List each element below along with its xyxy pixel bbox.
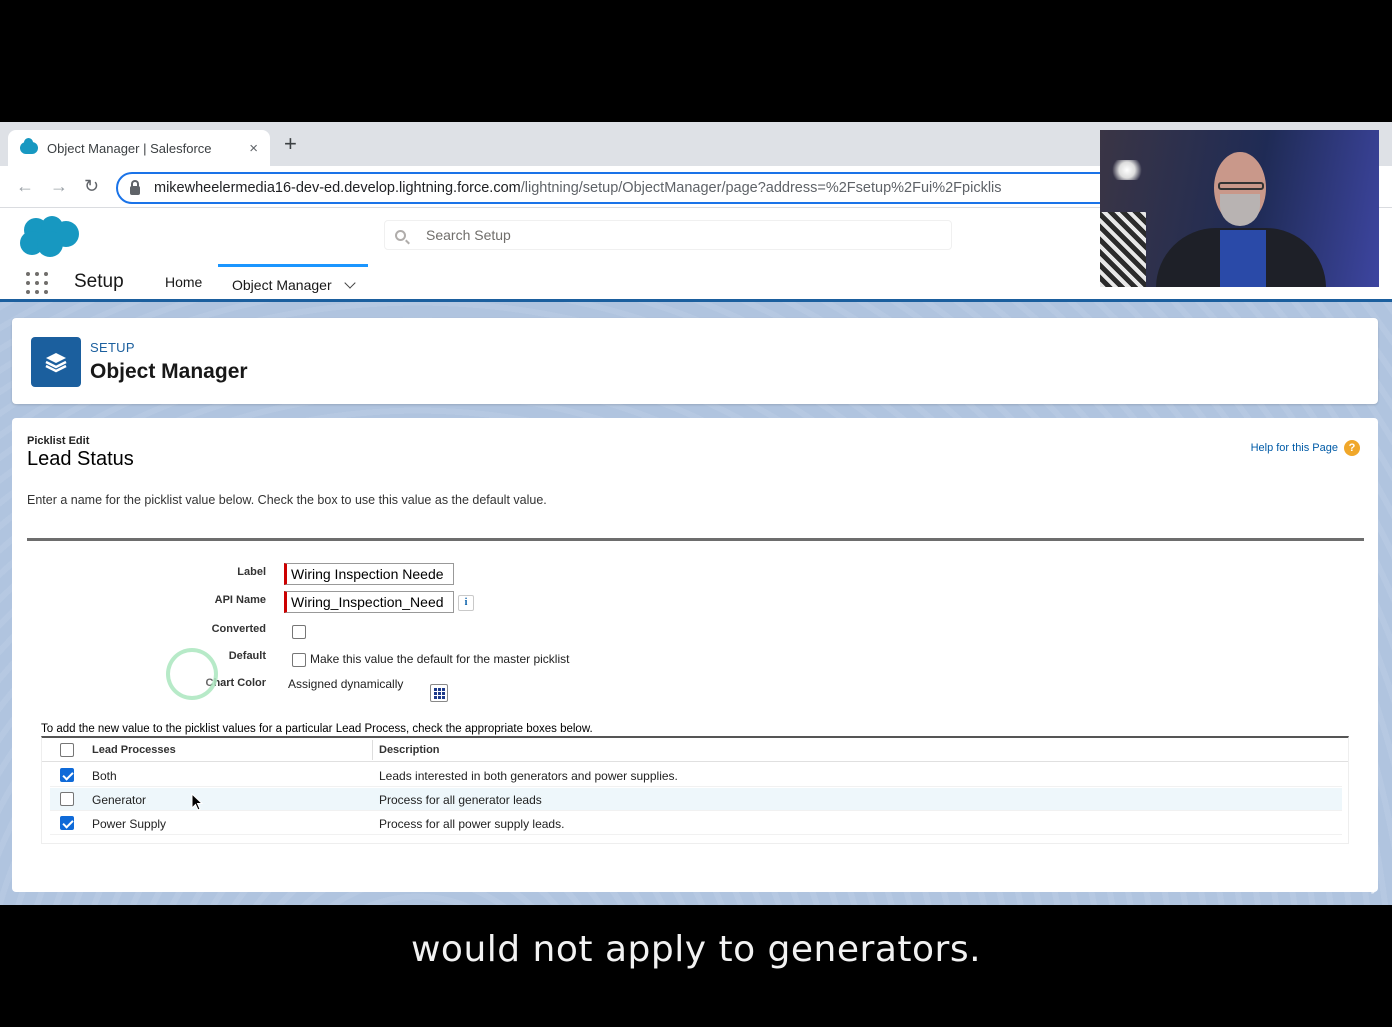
nav-item-home[interactable]: Home <box>165 274 202 290</box>
column-separator <box>372 740 373 760</box>
converted-checkbox[interactable] <box>292 625 306 639</box>
picklist-edit-eyebrow: Picklist Edit <box>27 435 90 447</box>
search-setup-input[interactable]: Search Setup <box>384 220 952 250</box>
label-field-label: Label <box>237 566 266 578</box>
converted-field-label: Converted <box>211 623 266 635</box>
salesforce-favicon-icon <box>20 138 38 154</box>
lead-process-description: Process for all power supply leads. <box>379 817 565 831</box>
api-name-input[interactable]: Wiring_Inspection_Need <box>284 591 454 613</box>
column-header-lead-processes: Lead Processes <box>92 744 176 756</box>
address-bar[interactable]: mikewheelermedia16-dev-ed.develop.lightn… <box>116 172 1116 204</box>
lock-icon <box>130 179 140 195</box>
chevron-down-icon[interactable] <box>343 277 356 289</box>
api-name-field-label: API Name <box>214 594 266 606</box>
color-palette-icon[interactable] <box>430 684 448 702</box>
page-title: Object Manager <box>90 360 248 383</box>
picklist-title: Lead Status <box>27 448 134 470</box>
lead-process-name: Power Supply <box>92 817 167 831</box>
picklist-edit-card: Picklist Edit Lead Status Help for this … <box>12 418 1378 892</box>
search-icon <box>395 229 406 241</box>
default-checkbox-text: Make this value the default for the mast… <box>310 652 570 666</box>
presenter-webcam <box>1100 130 1379 287</box>
lead-process-note: To add the new value to the picklist val… <box>41 723 593 735</box>
info-icon[interactable]: i <box>458 595 474 611</box>
url-path: /lightning/setup/ObjectManager/page?addr… <box>520 180 1002 196</box>
default-checkbox[interactable] <box>292 653 306 667</box>
table-row: Generator Process for all generator lead… <box>50 788 1342 811</box>
app-launcher-icon[interactable] <box>26 272 48 294</box>
video-frame: Object Manager | Salesforce × + ← → ↻ mi… <box>0 0 1392 1027</box>
label-input[interactable]: Wiring Inspection Neede <box>284 563 454 585</box>
salesforce-logo-icon[interactable] <box>18 216 80 258</box>
table-row: Power Supply Process for all power suppl… <box>50 812 1342 835</box>
lead-process-name: Both <box>92 769 117 783</box>
select-all-checkbox[interactable] <box>60 743 74 757</box>
nav-item-object-manager[interactable]: Object Manager <box>218 264 368 302</box>
layers-icon <box>31 337 81 387</box>
back-arrow-icon[interactable]: ← <box>16 176 34 196</box>
help-for-this-page-link[interactable]: Help for this Page ? <box>1251 440 1360 456</box>
lead-process-description: Leads interested in both generators and … <box>379 769 678 783</box>
column-header-description: Description <box>379 744 440 756</box>
new-tab-button[interactable]: + <box>284 133 297 155</box>
lead-process-checkbox-power-supply[interactable] <box>60 816 74 830</box>
browser-tab[interactable]: Object Manager | Salesforce × <box>8 130 270 166</box>
table-header: Lead Processes Description <box>42 738 1348 762</box>
setup-eyebrow: SETUP <box>90 340 135 355</box>
lead-process-name: Generator <box>92 793 147 807</box>
lead-process-table: Lead Processes Description Both Leads in… <box>41 736 1349 844</box>
caption-bar: would not apply to generators. <box>0 905 1392 1027</box>
url-host: mikewheelermedia16-dev-ed.develop.lightn… <box>154 180 521 196</box>
udemy-watermark: ûdemy <box>1336 879 1378 894</box>
chart-color-value: Assigned dynamically <box>288 677 404 691</box>
close-tab-icon[interactable]: × <box>249 140 258 157</box>
instructions-text: Enter a name for the picklist value belo… <box>27 493 547 507</box>
table-row: Both Leads interested in both generators… <box>50 764 1342 787</box>
lead-process-checkbox-generator[interactable] <box>60 792 74 806</box>
mouse-cursor-icon <box>191 793 204 811</box>
tab-title: Object Manager | Salesforce <box>47 140 212 156</box>
lead-process-description: Process for all generator leads <box>379 793 542 807</box>
section-divider <box>27 538 1364 541</box>
object-manager-header-card: SETUP Object Manager <box>12 318 1378 404</box>
nav-item-object-manager-label: Object Manager <box>232 277 332 293</box>
help-link-label: Help for this Page <box>1250 442 1338 454</box>
caption-text: would not apply to generators. <box>410 929 982 970</box>
content-area: SETUP Object Manager Picklist Edit Lead … <box>0 302 1392 905</box>
click-highlight-ring <box>166 648 218 700</box>
app-name: Setup <box>74 271 124 292</box>
search-placeholder: Search Setup <box>426 227 511 243</box>
help-icon[interactable]: ? <box>1344 440 1360 456</box>
reload-icon[interactable]: ↻ <box>84 176 99 196</box>
forward-arrow-icon[interactable]: → <box>50 176 68 196</box>
lead-process-checkbox-both[interactable] <box>60 768 74 782</box>
